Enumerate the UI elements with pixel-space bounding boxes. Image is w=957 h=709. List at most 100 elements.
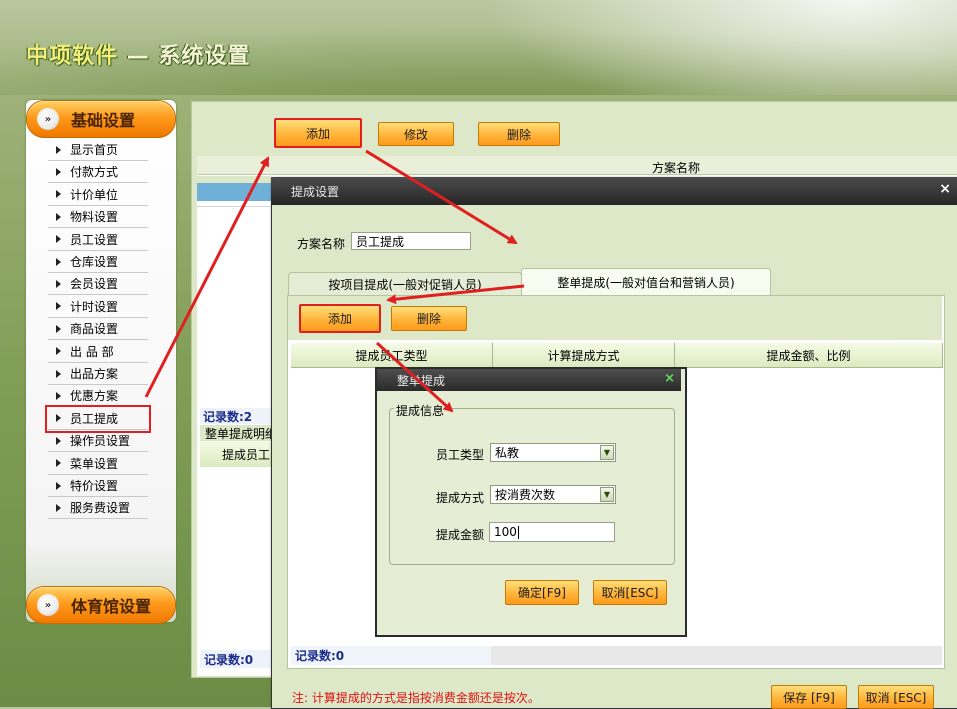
detail-label-text: 整单提成明细 xyxy=(205,427,271,441)
triangle-right-icon xyxy=(56,257,61,266)
column-header-text: 提成金额、比例 xyxy=(766,348,851,363)
method-select[interactable]: 按消费次数 ▼ xyxy=(490,485,616,504)
record-count-text: 记录数:2 xyxy=(203,409,253,424)
detail-section-label: 整单提成明细 xyxy=(200,425,271,441)
detail-grid-body xyxy=(200,467,271,650)
column-header-text: 计算提成方式 xyxy=(547,348,620,363)
button-label: 添加 xyxy=(327,312,352,326)
app-title: 中项软件 — 系统设置 xyxy=(26,38,250,70)
sidebar-item[interactable]: 出品方案 xyxy=(48,363,148,385)
triangle-right-icon xyxy=(56,324,61,333)
cancel-button[interactable]: 取消 [ESC] xyxy=(858,685,934,709)
scheme-grid-header: 方案名称 xyxy=(197,156,957,175)
record-count-bottom: 记录数:0 xyxy=(200,650,271,668)
sidebar-item[interactable]: 计时设置 xyxy=(48,296,148,318)
triangle-right-icon xyxy=(56,347,61,356)
scheme-name-input[interactable]: 员工提成 xyxy=(351,232,471,250)
sidebar-item[interactable]: 付款方式 xyxy=(48,161,148,184)
triangle-right-icon xyxy=(56,302,61,311)
method-label: 提成方式 xyxy=(436,491,485,505)
sidebar-item-label: 计时设置 xyxy=(70,299,119,314)
subdialog-close-icon[interactable]: × xyxy=(664,371,675,386)
sidebar-item[interactable]: 优惠方案 xyxy=(48,385,148,408)
button-label: 取消 [ESC] xyxy=(865,690,927,705)
sidebar-item[interactable]: 显示首页 xyxy=(48,139,148,161)
scheme-name-column: 方案名称 xyxy=(652,161,701,175)
record-count-top: 记录数:2 xyxy=(200,408,271,424)
chevron-down-icon: ▼ xyxy=(600,487,614,502)
tab-label: 按项目提成(一般对促销人员) xyxy=(328,278,482,292)
subdialog-cancel-button[interactable]: 取消[ESC] xyxy=(593,580,667,605)
scheme-grid-body xyxy=(197,206,271,407)
triangle-right-icon xyxy=(56,212,61,221)
sidebar-item-label: 商品设置 xyxy=(70,322,119,337)
category-gym-settings[interactable]: » 体育馆设置 xyxy=(26,586,176,624)
employee-type-select[interactable]: 私教 ▼ xyxy=(490,443,616,462)
record-count-text: 记录数:0 xyxy=(204,652,254,667)
commission-toolbar xyxy=(288,296,942,340)
sidebar-item[interactable]: 员工设置 xyxy=(48,229,148,251)
subdialog-title: 整单提成 xyxy=(397,373,446,388)
sidebar-item[interactable]: 会员设置 xyxy=(48,273,148,296)
forward-circle-icon: » xyxy=(37,594,59,616)
sidebar-item[interactable]: 计价单位 xyxy=(48,184,148,206)
dialog-add-button[interactable]: 添加 xyxy=(299,304,381,333)
amount-input[interactable]: 100 xyxy=(489,522,615,542)
button-label: 保存 [F9] xyxy=(783,690,835,705)
sidebar-item-label: 显示首页 xyxy=(70,143,119,157)
button-label: 删除 xyxy=(506,127,531,142)
triangle-right-icon xyxy=(56,369,61,378)
sidebar-item[interactable]: 服务费设置 xyxy=(48,497,148,520)
sidebar-item[interactable]: 商品设置 xyxy=(48,318,148,341)
sidebar-item[interactable]: 物料设置 xyxy=(48,206,148,229)
triangle-right-icon xyxy=(56,391,61,400)
category-basic-settings[interactable]: » 基础设置 xyxy=(26,100,176,138)
sidebar-item[interactable]: 菜单设置 xyxy=(48,453,148,475)
sidebar-item-label: 付款方式 xyxy=(70,165,119,180)
main-delete-button[interactable]: 删除 xyxy=(478,122,560,146)
sidebar-item[interactable]: 操作员设置 xyxy=(48,430,148,453)
sidebar-item-label: 员工设置 xyxy=(70,232,119,247)
triangle-right-icon xyxy=(56,190,61,199)
sidebar-item-label: 物料设置 xyxy=(70,210,119,225)
button-label: 删除 xyxy=(416,312,441,326)
tab-by-item[interactable]: 按项目提成(一般对促销人员) xyxy=(288,272,522,296)
dialog-record-count: 记录数:0 xyxy=(291,646,491,665)
triangle-right-icon xyxy=(56,145,61,154)
button-label: 修改 xyxy=(403,127,428,142)
dialog-title: 提成设置 xyxy=(291,184,340,199)
save-button[interactable]: 保存 [F9] xyxy=(771,685,847,709)
button-label: 确定[F9] xyxy=(518,586,566,600)
sidebar-item-label: 特价设置 xyxy=(70,479,119,493)
detail-column-header: 提成员工 xyxy=(200,441,271,467)
sidebar-item[interactable]: 仓库设置 xyxy=(48,251,148,273)
app-title-main: 中项软件 xyxy=(26,44,119,69)
tab-whole-order[interactable]: 整单提成(一般对值台和营销人员) xyxy=(521,268,771,296)
record-count-text: 记录数:0 xyxy=(295,649,345,663)
sidebar-item-label: 员工提成 xyxy=(70,411,119,426)
dialog-delete-button[interactable]: 删除 xyxy=(391,306,467,331)
employee-type-label: 员工类型 xyxy=(436,448,485,462)
subdialog-confirm-button[interactable]: 确定[F9] xyxy=(505,580,579,605)
sidebar-item[interactable]: 员工提成 xyxy=(45,404,151,433)
detail-column-text: 提成员工 xyxy=(222,447,271,462)
forward-circle-icon: » xyxy=(37,108,59,130)
sidebar-item-label: 出品方案 xyxy=(70,367,119,381)
main-add-button[interactable]: 添加 xyxy=(274,118,362,148)
dialog-status-filler xyxy=(491,646,942,665)
button-label: 添加 xyxy=(305,126,330,141)
category-label: 体育馆设置 xyxy=(71,597,152,616)
main-edit-button[interactable]: 修改 xyxy=(378,122,454,146)
sidebar-item-label: 仓库设置 xyxy=(70,255,119,269)
dialog-close-icon[interactable]: × xyxy=(939,181,951,197)
column-employee-type[interactable]: 提成员工类型 xyxy=(291,343,493,368)
sidebar-item[interactable]: 特价设置 xyxy=(48,475,148,497)
triangle-right-icon xyxy=(56,459,61,468)
category-label: 基础设置 xyxy=(71,111,136,130)
triangle-right-icon xyxy=(56,167,61,176)
method-value: 按消费次数 xyxy=(495,488,556,502)
column-calc-method[interactable]: 计算提成方式 xyxy=(493,343,675,368)
sidebar-item[interactable]: 出 品 部 xyxy=(48,341,148,363)
column-amount-ratio[interactable]: 提成金额、比例 xyxy=(675,343,943,368)
scheme-row-selected[interactable] xyxy=(197,183,271,201)
